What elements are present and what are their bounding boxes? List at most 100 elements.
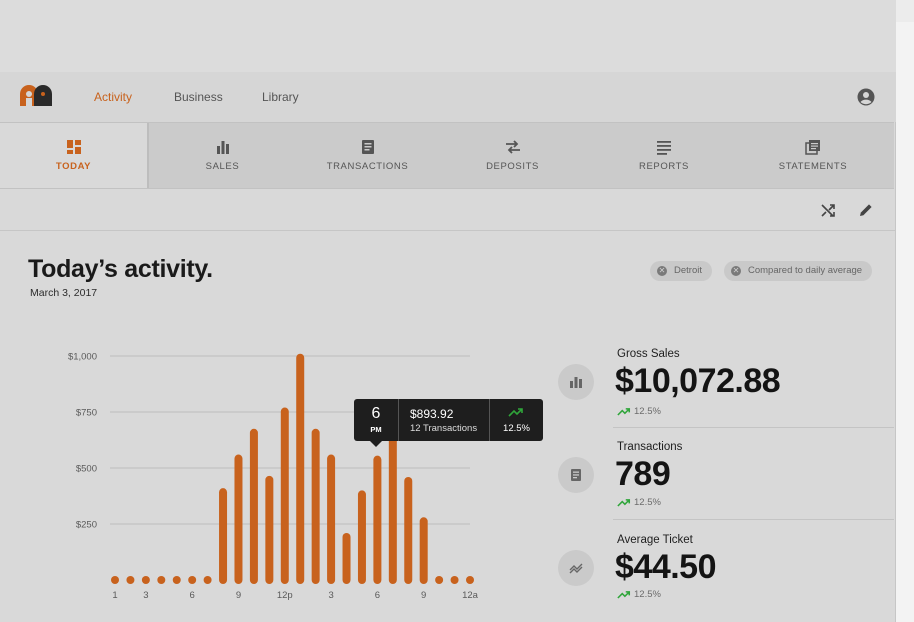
bar[interactable]: [234, 454, 243, 584]
tooltip-transactions: 12 Transactions: [410, 423, 478, 434]
close-icon[interactable]: ✕: [657, 266, 667, 276]
bar-dot[interactable]: [450, 576, 459, 584]
top-nav-bar: Activity Business Library: [0, 72, 896, 122]
nav-link-business[interactable]: Business: [174, 90, 223, 104]
bar[interactable]: [219, 488, 228, 584]
tab-transactions-label: TRANSACTIONS: [326, 161, 409, 172]
page-title: Today’s activity.: [28, 255, 213, 283]
tooltip-hour: 6: [371, 405, 381, 422]
bar[interactable]: [404, 476, 413, 584]
average-ticket-icon-circle: [558, 550, 594, 586]
bar[interactable]: [249, 428, 258, 584]
filter-chip-comparison-label: Compared to daily average: [748, 265, 863, 276]
bar-dot[interactable]: [157, 576, 166, 584]
filter-chip-location-label: Detroit: [674, 265, 702, 276]
metric-divider: [613, 427, 894, 428]
tooltip-divider: [398, 399, 399, 441]
nav-link-library[interactable]: Library: [262, 90, 299, 104]
bar-dot[interactable]: [188, 576, 197, 584]
bar-dot[interactable]: [435, 576, 444, 584]
bar-chart-icon: [216, 141, 229, 154]
bar-dot[interactable]: [111, 576, 119, 584]
documents-icon: [805, 140, 820, 155]
bar[interactable]: [419, 517, 428, 584]
average-ticket-label: Average Ticket: [617, 534, 693, 546]
bar[interactable]: [311, 428, 320, 584]
x-tick-label: 1: [112, 590, 117, 601]
transfer-arrows-icon: [505, 140, 520, 154]
average-ticket-change: 12.5%: [617, 589, 661, 600]
list-icon: [657, 141, 671, 155]
edit-pencil-icon[interactable]: [858, 202, 874, 218]
window-shadow: [896, 22, 914, 622]
tooltip-amount: $893.92: [410, 407, 454, 421]
tab-deposits[interactable]: DEPOSITS: [439, 123, 586, 188]
close-icon[interactable]: ✕: [731, 266, 741, 276]
tooltip-divider: [489, 399, 490, 441]
tab-sales[interactable]: SALES: [149, 123, 296, 188]
gross-sales-value: $10,072.88: [615, 362, 781, 400]
bar[interactable]: [373, 455, 382, 584]
bar[interactable]: [327, 454, 336, 584]
nav-link-activity[interactable]: Activity: [94, 90, 132, 104]
tab-reports-label: REPORTS: [639, 161, 689, 172]
trend-up-icon: [617, 408, 631, 416]
x-tick-label: 9: [236, 590, 241, 601]
trend-line-icon: [569, 563, 583, 574]
y-tick-label: $1,000: [68, 352, 97, 363]
x-tick-label: 12p: [277, 590, 293, 601]
tab-statements[interactable]: STATEMENTS: [742, 123, 884, 188]
trend-up-icon: [617, 499, 631, 507]
tab-today[interactable]: TODAY: [0, 123, 149, 188]
tab-sales-label: SALES: [205, 161, 240, 172]
bar-dot[interactable]: [466, 576, 474, 584]
x-tick-label: 12a: [462, 590, 479, 601]
transactions-icon-circle: [558, 457, 594, 493]
bar[interactable]: [388, 432, 397, 584]
shuffle-icon[interactable]: [820, 202, 836, 218]
brand-logo[interactable]: [18, 84, 54, 108]
bar[interactable]: [357, 490, 366, 584]
bar[interactable]: [342, 532, 351, 584]
tab-statements-label: STATEMENTS: [778, 161, 848, 172]
x-tick-label: 3: [143, 590, 148, 601]
bar-dot[interactable]: [141, 576, 150, 584]
y-tick-label: $250: [76, 520, 97, 531]
receipt-icon: [361, 140, 374, 154]
gross-sales-icon-circle: [558, 364, 594, 400]
chart-svg: $1,000 $750 $500 $250 1 3 6 9 12p 3 6 9 12a: [68, 352, 479, 602]
x-tick-label: 9: [421, 590, 426, 601]
gross-sales-change-value: 12.5%: [634, 406, 661, 417]
x-tick-label: 3: [328, 590, 333, 601]
user-account-icon[interactable]: [857, 88, 875, 106]
average-ticket-value: $44.50: [615, 548, 717, 586]
x-tick-label: 6: [375, 590, 380, 601]
tab-transactions[interactable]: TRANSACTIONS: [296, 123, 439, 188]
bar[interactable]: [296, 353, 305, 584]
section-tabs: TODAY SALES TRANSACTIONS DEPOSITS REPORT…: [0, 122, 894, 189]
bar[interactable]: [265, 475, 274, 584]
bar-dot[interactable]: [126, 576, 135, 584]
bar-dot[interactable]: [203, 576, 212, 584]
receipt-icon: [571, 469, 581, 481]
hourly-sales-chart: $1,000 $750 $500 $250 1 3 6 9 12p 3 6 9 12a: [60, 340, 490, 610]
gross-sales-change: 12.5%: [617, 406, 661, 417]
gross-sales-label: Gross Sales: [617, 348, 680, 360]
page-date: March 3, 2017: [30, 287, 98, 299]
x-tick-label: 6: [190, 590, 195, 601]
chart-tooltip: 6 PM $893.92 12 Transactions 12.5%: [354, 399, 543, 447]
tooltip-change: 12.5%: [503, 423, 530, 434]
tooltip-ampm: PM: [370, 425, 382, 434]
window-top-bar: [0, 0, 896, 72]
transactions-change: 12.5%: [617, 497, 661, 508]
tab-deposits-label: DEPOSITS: [486, 161, 539, 172]
filter-chip-location[interactable]: ✕ Detroit: [650, 261, 712, 281]
transactions-value: 789: [615, 455, 671, 493]
tab-reports[interactable]: REPORTS: [586, 123, 742, 188]
transactions-change-value: 12.5%: [634, 497, 661, 508]
bar-dot[interactable]: [172, 576, 181, 584]
bar[interactable]: [280, 407, 289, 584]
dashboard-icon: [66, 140, 81, 154]
tab-today-label: TODAY: [55, 161, 92, 172]
filter-chip-comparison[interactable]: ✕ Compared to daily average: [724, 261, 873, 281]
